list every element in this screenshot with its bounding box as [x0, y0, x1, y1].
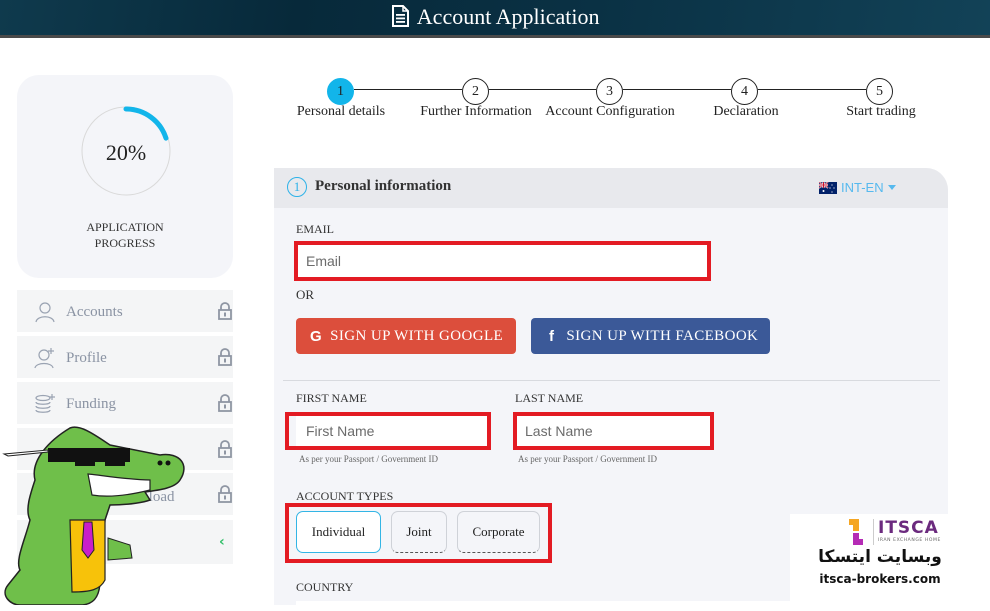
chevron-left-icon[interactable]: ‹: [219, 534, 225, 550]
account-type-individual[interactable]: Individual: [296, 511, 381, 553]
progress-stepper: 1 2 3 4 5 Personal details Further Infor…: [290, 76, 930, 126]
email-label: EMAIL: [296, 222, 334, 236]
step-2-circle[interactable]: 2: [462, 78, 489, 105]
last-name-label: LAST NAME: [515, 391, 584, 405]
step-connector: [489, 89, 596, 90]
step-4-label: Declaration: [713, 104, 779, 119]
sidebar-item-funding[interactable]: Funding: [17, 382, 233, 424]
sidebar-item-label: Profile: [66, 350, 107, 366]
account-type-joint[interactable]: Joint: [391, 511, 447, 553]
sidebar-item-label: Funding: [66, 396, 117, 412]
step-2-label: Further Information: [420, 104, 532, 119]
progress-percent: 20%: [105, 140, 147, 165]
section-title: Personal information: [315, 178, 452, 194]
step-connector: [623, 89, 731, 90]
logo-divider: [873, 519, 874, 545]
page-title: Account Application: [0, 3, 990, 31]
itsca-logo-icon: [849, 519, 863, 545]
progress-label: APPLICATION PROGRESS: [17, 219, 233, 251]
first-name-label: FIRST NAME: [296, 391, 367, 405]
lock-icon: [218, 485, 232, 503]
facebook-button-label: SIGN UP WITH FACEBOOK: [566, 327, 759, 344]
step-5-label: Start trading: [846, 104, 916, 119]
lock-icon: [218, 348, 232, 366]
account-types-label: ACCOUNT TYPES: [296, 489, 394, 503]
account-type-corporate[interactable]: Corporate: [457, 511, 540, 553]
lock-icon: [218, 302, 232, 320]
language-label: INT-EN: [841, 180, 884, 195]
panel-header: 1 Personal information INT-EN: [274, 168, 948, 208]
first-name-input[interactable]: [296, 416, 487, 446]
progress-label-line2: PROGRESS: [94, 236, 156, 250]
lock-icon: [218, 394, 232, 412]
site-url: itsca-brokers.com: [819, 572, 941, 586]
itsca-tagline: IRAN EXCHANGE HOME: [878, 538, 941, 543]
section-number-badge: 1: [287, 177, 307, 197]
page-title-text: Account Application: [416, 4, 600, 29]
sidebar-item-label: Accounts: [66, 304, 123, 320]
caret-down-icon: [887, 185, 896, 190]
sidebar-item-profile[interactable]: Profile: [17, 336, 233, 378]
sign-up-google-button[interactable]: G SIGN UP WITH GOOGLE: [296, 318, 516, 354]
itsca-brand-text: ITSCA: [878, 518, 939, 538]
header-divider: [0, 35, 990, 38]
coins-icon: [35, 394, 55, 413]
step-1-label: Personal details: [296, 104, 386, 119]
last-name-hint: As per your Passport / Government ID: [518, 454, 657, 464]
first-name-hint: As per your Passport / Government ID: [299, 454, 438, 464]
google-button-label: SIGN UP WITH GOOGLE: [330, 327, 504, 344]
section-divider: [283, 380, 940, 381]
progress-label-line1: APPLICATION: [86, 220, 164, 234]
document-icon: [391, 5, 409, 27]
sidebar-item-accounts[interactable]: Accounts: [17, 290, 233, 332]
email-input[interactable]: [298, 245, 707, 277]
country-label: COUNTRY: [296, 580, 354, 594]
user-icon: [35, 302, 55, 323]
sign-up-facebook-button[interactable]: f SIGN UP WITH FACEBOOK: [531, 318, 770, 354]
crocodile-mascot-image: [2, 426, 185, 605]
google-icon: G: [310, 327, 323, 345]
step-connector: [758, 89, 866, 90]
last-name-input[interactable]: [517, 416, 710, 446]
step-1-circle[interactable]: 1: [327, 78, 354, 105]
step-4-circle[interactable]: 4: [731, 78, 758, 105]
lock-icon: [218, 440, 232, 458]
facebook-icon: f: [549, 327, 555, 345]
persian-site-text: وبسایت ایتسکا: [818, 547, 942, 567]
step-3-circle[interactable]: 3: [596, 78, 623, 105]
language-selector[interactable]: INT-EN: [819, 180, 896, 195]
or-separator: OR: [296, 287, 315, 302]
step-connector: [354, 89, 462, 90]
australia-flag-icon: [819, 181, 837, 194]
user-plus-icon: [34, 348, 54, 369]
itsca-watermark-logo: ITSCA IRAN EXCHANGE HOME وبسایت ایتسکا i…: [790, 514, 990, 605]
step-5-circle[interactable]: 5: [866, 78, 893, 105]
top-banner: Account Application: [0, 0, 990, 35]
step-3-label: Account Configuration: [545, 104, 675, 119]
